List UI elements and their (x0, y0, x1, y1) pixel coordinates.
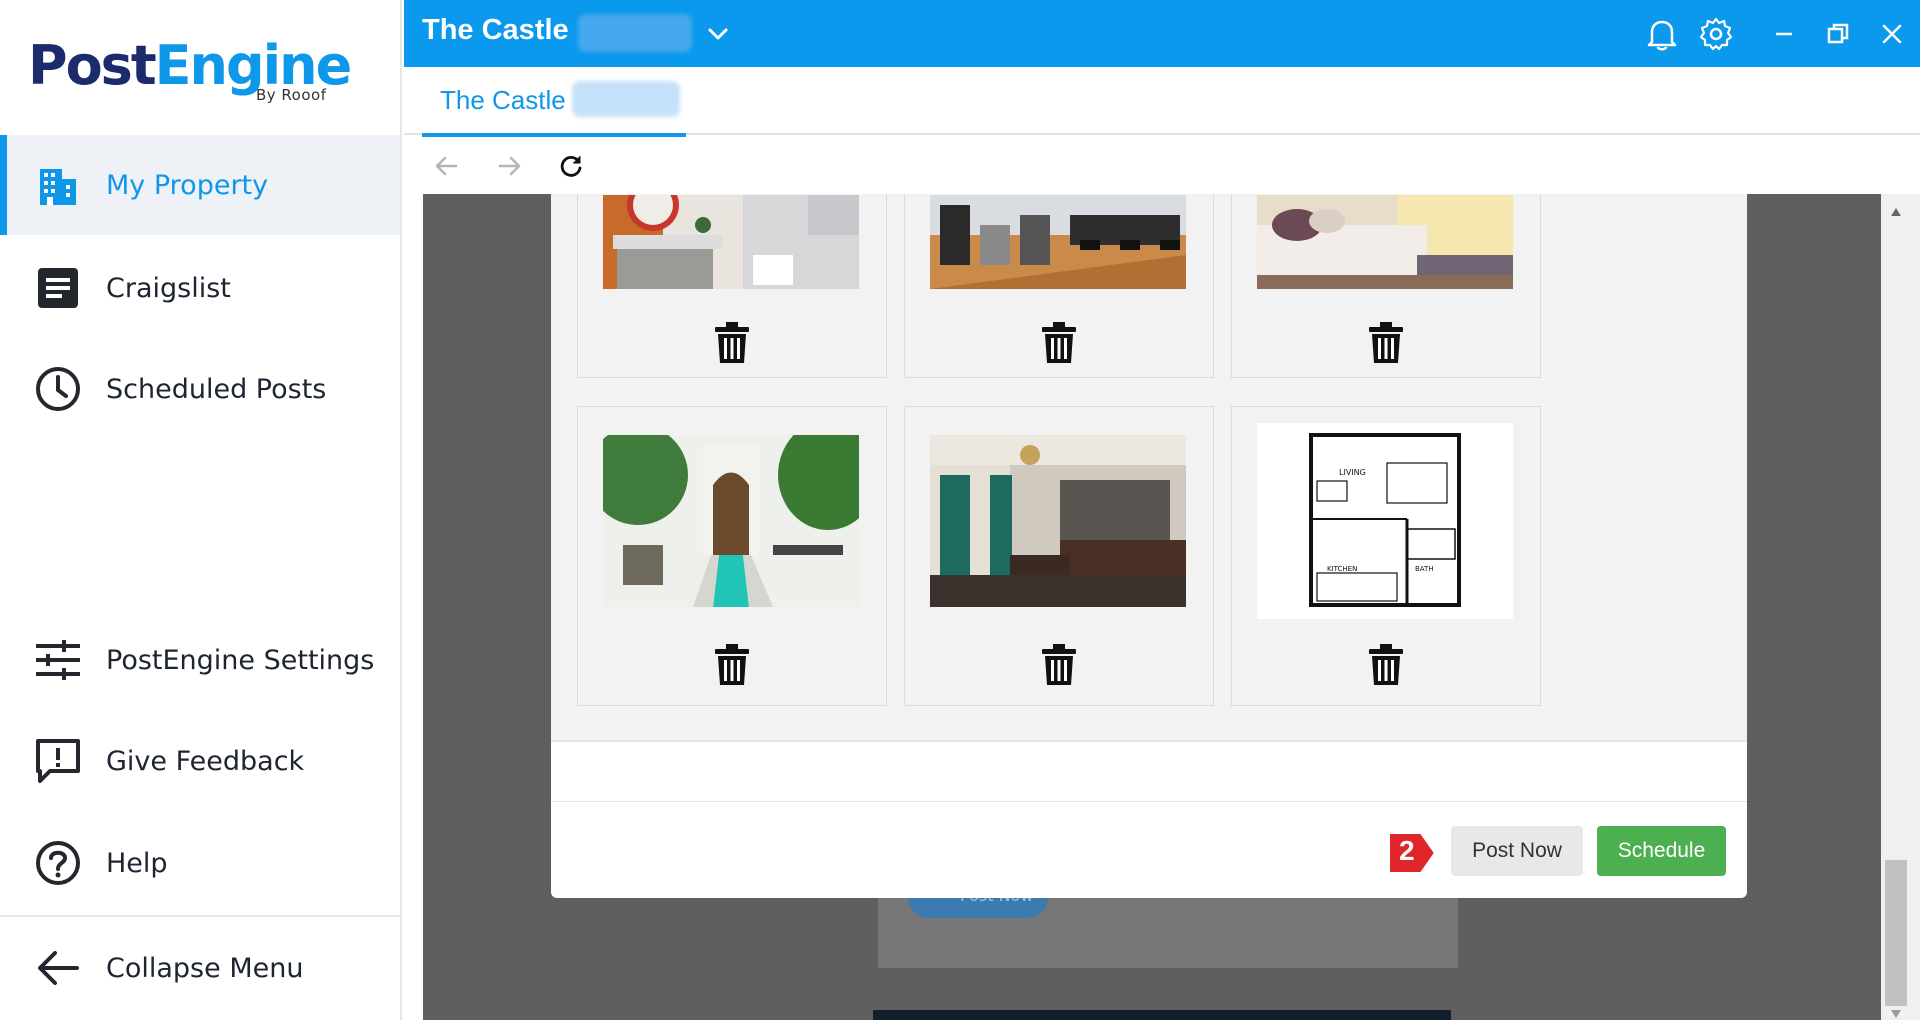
back-arrow-icon[interactable] (432, 151, 462, 181)
photo-card (1231, 194, 1541, 378)
post-now-button[interactable]: Post Now (1451, 826, 1583, 876)
floor-plan-label-kitchen: KITCHEN (1327, 565, 1357, 573)
sidebar-item-give-feedback[interactable]: Give Feedback (0, 711, 400, 811)
scrollbar-thumb[interactable] (1885, 860, 1907, 1006)
redacted-text (578, 14, 692, 52)
tab-strip: The Castle (404, 67, 1920, 137)
sidebar-item-collapse-menu[interactable]: Collapse Menu (0, 918, 400, 1018)
minimize-icon[interactable] (1766, 16, 1802, 52)
floor-plan-label-living: LIVING (1339, 468, 1366, 477)
sidebar-item-label: Craigslist (106, 272, 231, 304)
floor-plan-photo: LIVING KITCHEN BATH (1257, 423, 1513, 619)
gallery-divider (551, 740, 1747, 742)
sidebar-item-label: Scheduled Posts (106, 373, 327, 405)
gym-photo (930, 195, 1186, 289)
trash-icon[interactable] (1366, 321, 1406, 365)
sliders-icon (32, 634, 84, 686)
browser-toolbar (404, 137, 1920, 194)
bedroom-photo (1257, 195, 1513, 289)
sidebar-item-label: Collapse Menu (106, 952, 304, 984)
sidebar-item-my-property[interactable]: My Property (0, 135, 400, 235)
schedule-button[interactable]: Schedule (1597, 826, 1726, 876)
logo-subtitle: By Rooof (256, 86, 327, 104)
chevron-down-icon[interactable] (704, 20, 732, 48)
property-title: The Castle (422, 14, 569, 46)
arrow-left-icon (32, 942, 84, 994)
sidebar-item-label: My Property (106, 169, 269, 201)
sidebar-item-postengine-settings[interactable]: PostEngine Settings (0, 610, 400, 710)
trash-icon[interactable] (712, 643, 752, 687)
help-icon (32, 837, 84, 889)
scroll-down-icon[interactable] (1890, 1004, 1902, 1020)
tab-label: The Castle (440, 85, 566, 115)
gear-icon[interactable] (1698, 16, 1734, 52)
bell-icon[interactable] (1644, 16, 1680, 52)
close-icon[interactable] (1874, 16, 1910, 52)
background-bar (873, 1010, 1451, 1020)
sidebar-divider (0, 915, 402, 917)
forward-arrow-icon[interactable] (494, 151, 524, 181)
vertical-scrollbar[interactable] (1881, 194, 1920, 1020)
sidebar-item-craigslist[interactable]: Craigslist (0, 238, 400, 338)
restore-icon[interactable] (1820, 16, 1856, 52)
photo-modal: LIVING KITCHEN BATH Post Now Schedule (551, 194, 1747, 898)
sidebar: PostEngine By Rooof My Property Craigsli… (0, 0, 402, 1020)
sidebar-item-help[interactable]: Help (0, 813, 400, 913)
modal-footer-divider (551, 801, 1747, 802)
trash-icon[interactable] (1366, 643, 1406, 687)
floor-plan-label-bath: BATH (1415, 565, 1434, 573)
sidebar-item-label: Help (106, 847, 168, 879)
living-room-photo (930, 435, 1186, 607)
trash-icon[interactable] (1039, 643, 1079, 687)
feedback-icon (32, 735, 84, 787)
sidebar-item-label: PostEngine Settings (106, 644, 375, 676)
logo-text-post: Post (28, 34, 157, 97)
step-marker-number: 2 (1399, 835, 1415, 866)
bathroom-photo (603, 195, 859, 289)
content-area: Post Now (423, 194, 1881, 1020)
photo-gallery: LIVING KITCHEN BATH (551, 194, 1747, 742)
trash-icon[interactable] (712, 321, 752, 365)
redacted-text (572, 81, 680, 117)
window-titlebar: The Castle (404, 0, 1920, 67)
scroll-up-icon[interactable] (1890, 202, 1902, 221)
photo-card: LIVING KITCHEN BATH (1231, 406, 1541, 706)
refresh-icon[interactable] (556, 151, 586, 181)
photo-card (904, 194, 1214, 378)
document-icon (32, 262, 84, 314)
photo-card (904, 406, 1214, 706)
pool-courtyard-photo (603, 435, 859, 607)
photo-card (577, 406, 887, 706)
photo-card (577, 194, 887, 378)
step-marker-badge: 2 (1387, 829, 1437, 877)
postengine-logo: PostEngine By Rooof (28, 34, 352, 114)
trash-icon[interactable] (1039, 321, 1079, 365)
sidebar-item-label: Give Feedback (106, 745, 305, 777)
clock-icon (32, 363, 84, 415)
building-icon (32, 159, 84, 211)
sidebar-item-scheduled-posts[interactable]: Scheduled Posts (0, 339, 400, 439)
tab-the-castle[interactable]: The Castle (422, 67, 686, 137)
